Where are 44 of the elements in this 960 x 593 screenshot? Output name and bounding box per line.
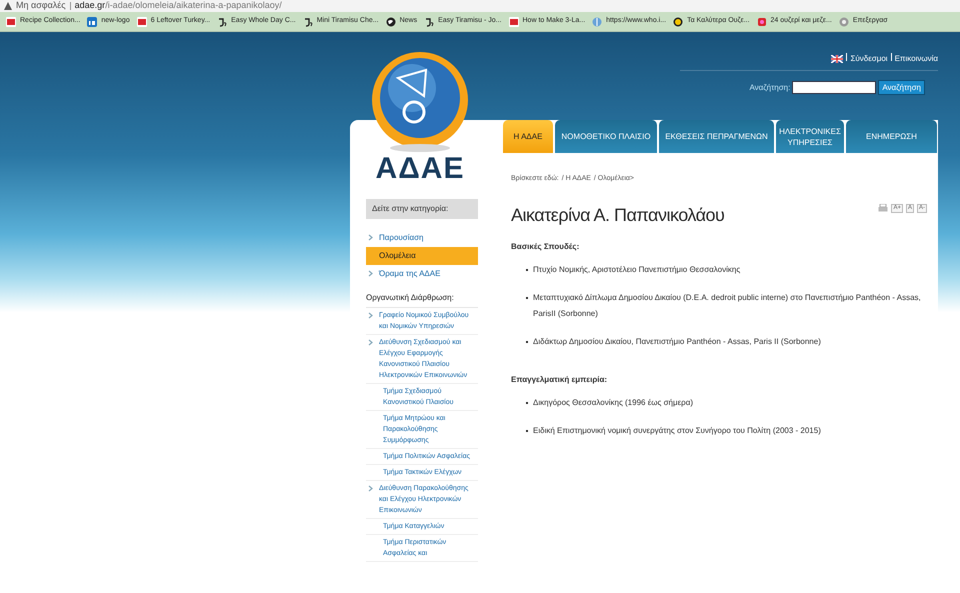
list-item-text: Δικηγόρος Θεσσαλονίκης (1996 έως σήμερα)	[533, 396, 693, 409]
search-label: Αναζήτηση:	[749, 82, 790, 94]
page-title: Αικατερίνα Α. Παπανικολάου	[511, 204, 724, 227]
header-link[interactable]: Επικοινωνία	[894, 53, 938, 65]
security-label: Μη ασφαλές	[16, 0, 66, 12]
globe-icon	[386, 16, 396, 26]
tile-icon	[6, 16, 16, 26]
list-item-text: Ειδική Επιστημονική νομική συνεργάτης στον Συνήγορο του Πολίτη (2003 - 2015)	[533, 424, 821, 437]
section-heading: Βασικές Σπουδές:	[511, 240, 580, 252]
chevron-icon	[368, 312, 373, 319]
nav-tab[interactable]: Η ΑΔΑΕ	[503, 120, 553, 153]
list-item-text: Πτυχίο Νομικής, Αριστοτέλειο Πανεπιστήμιο Θεσσαλονίκης	[533, 264, 740, 276]
script-letter-icon	[302, 16, 313, 26]
nav-tab[interactable]: ΕΚΘΕΣΕΙΣ ΠΕΠΡΑΓΜΕΝΩΝ	[659, 120, 774, 153]
tile-icon	[136, 16, 147, 26]
tile-icon	[87, 16, 98, 26]
sidebar-item[interactable]: Ολομέλεια	[366, 247, 478, 265]
globe-icon	[592, 16, 602, 26]
search-field[interactable]	[792, 81, 876, 94]
list-item-text: Διδάκτωρ Δημοσίου Δικαίου, Πανεπιστήμιο Panthéon - Assas, Paris II (Sorbonne)	[533, 336, 821, 348]
chevron-icon	[368, 485, 373, 492]
sidebar-item[interactable]: Όραμα της ΑΔΑΕ	[366, 265, 478, 283]
header-link[interactable]: Σύνδεσμοι	[850, 53, 888, 65]
section-heading: Οργανωτική Διάρθρωση:	[366, 292, 478, 308]
gear-icon	[838, 16, 849, 26]
list-item-text: Μεταπτυχιακό Δίπλωμα Δημοσίου Δικαίου (D.E.A. dedroit public interne) στο Πανεπιστήμιο Panthéon - Assas, ParisII (Sorbonne)	[533, 292, 922, 320]
coin-icon	[673, 16, 684, 26]
section-heading: Επαγγελματική εμπειρία:	[511, 374, 608, 386]
script-letter-icon	[424, 16, 434, 26]
uk-flag-icon[interactable]	[831, 55, 844, 63]
script-letter-icon	[217, 16, 228, 26]
url-field[interactable]: adae.gr/i-adae/olomeleia/aikaterina-a-papanikolaoy/	[74, 0, 282, 13]
tile-icon	[756, 16, 767, 26]
warning-icon	[4, 2, 12, 10]
category-heading: Δείτε στην κατηγορία:	[366, 199, 478, 219]
chevron-icon	[368, 234, 373, 241]
sidebar-item[interactable]: Παρουσίαση	[366, 229, 478, 247]
nav-tab[interactable]: ΕΝΗΜΕΡΩΣΗ	[846, 120, 937, 153]
search-button[interactable]: Αναζήτηση	[878, 80, 925, 95]
nav-tab[interactable]: ΝΟΜΟΘΕΤΙΚΟ ΠΛΑΙΣΙΟ	[555, 120, 657, 153]
chevron-icon	[368, 339, 373, 346]
tile-icon	[508, 16, 518, 26]
chevron-icon	[368, 270, 373, 277]
nav-tab[interactable]: ΗΛΕΚΤΡΟΝΙΚΕΣ ΥΠΗΡΕΣΙΕΣ	[776, 120, 844, 153]
